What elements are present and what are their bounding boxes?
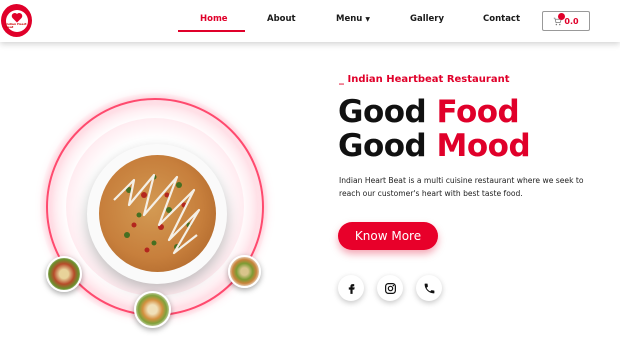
dish-thumbnail bbox=[46, 256, 82, 292]
nav-menu[interactable]: Menu ▼ bbox=[336, 14, 370, 24]
nav-active-underline bbox=[178, 30, 245, 32]
facebook-button[interactable] bbox=[338, 275, 364, 301]
cart-amount: 0.0 bbox=[564, 16, 579, 26]
pizza-image bbox=[99, 155, 216, 272]
headline-line-2: Good Mood bbox=[338, 128, 531, 164]
dish-thumbnail bbox=[228, 255, 261, 288]
headline-accent-word: Food bbox=[436, 94, 520, 130]
heart-logo-icon: Indian Heart Beat bbox=[5, 9, 28, 32]
phone-icon bbox=[424, 283, 434, 293]
dish-thumbnail bbox=[134, 291, 171, 328]
headline-line-1: Good Food bbox=[338, 94, 520, 130]
headline-word: Good bbox=[338, 128, 427, 164]
nav-home[interactable]: Home bbox=[200, 14, 228, 24]
brand-logo[interactable]: Indian Heart Beat bbox=[1, 4, 32, 37]
caret-down-icon: ▼ bbox=[365, 16, 370, 23]
logo-text: Indian Heart Beat bbox=[5, 22, 27, 29]
instagram-icon bbox=[384, 282, 396, 294]
facebook-icon bbox=[348, 283, 355, 294]
phone-button[interactable] bbox=[416, 275, 442, 301]
know-more-button[interactable]: Know More bbox=[338, 222, 438, 250]
hero-eyebrow: _ Indian Heartbeat Restaurant bbox=[339, 74, 510, 85]
instagram-button[interactable] bbox=[377, 275, 403, 301]
hero-description: Indian Heart Beat is a multi cuisine res… bbox=[339, 176, 584, 198]
headline-accent-word: Mood bbox=[436, 128, 531, 164]
nav-contact[interactable]: Contact bbox=[483, 14, 520, 24]
nav-about[interactable]: About bbox=[267, 14, 296, 24]
nav-menu-label: Menu bbox=[336, 14, 363, 24]
headline-word: Good bbox=[338, 94, 427, 130]
cart-badge bbox=[558, 13, 565, 20]
cart-button[interactable]: 0.0 bbox=[542, 11, 590, 31]
site-header: Indian Heart Beat Home About Menu ▼ Galle… bbox=[0, 0, 620, 42]
nav-gallery[interactable]: Gallery bbox=[410, 14, 444, 24]
